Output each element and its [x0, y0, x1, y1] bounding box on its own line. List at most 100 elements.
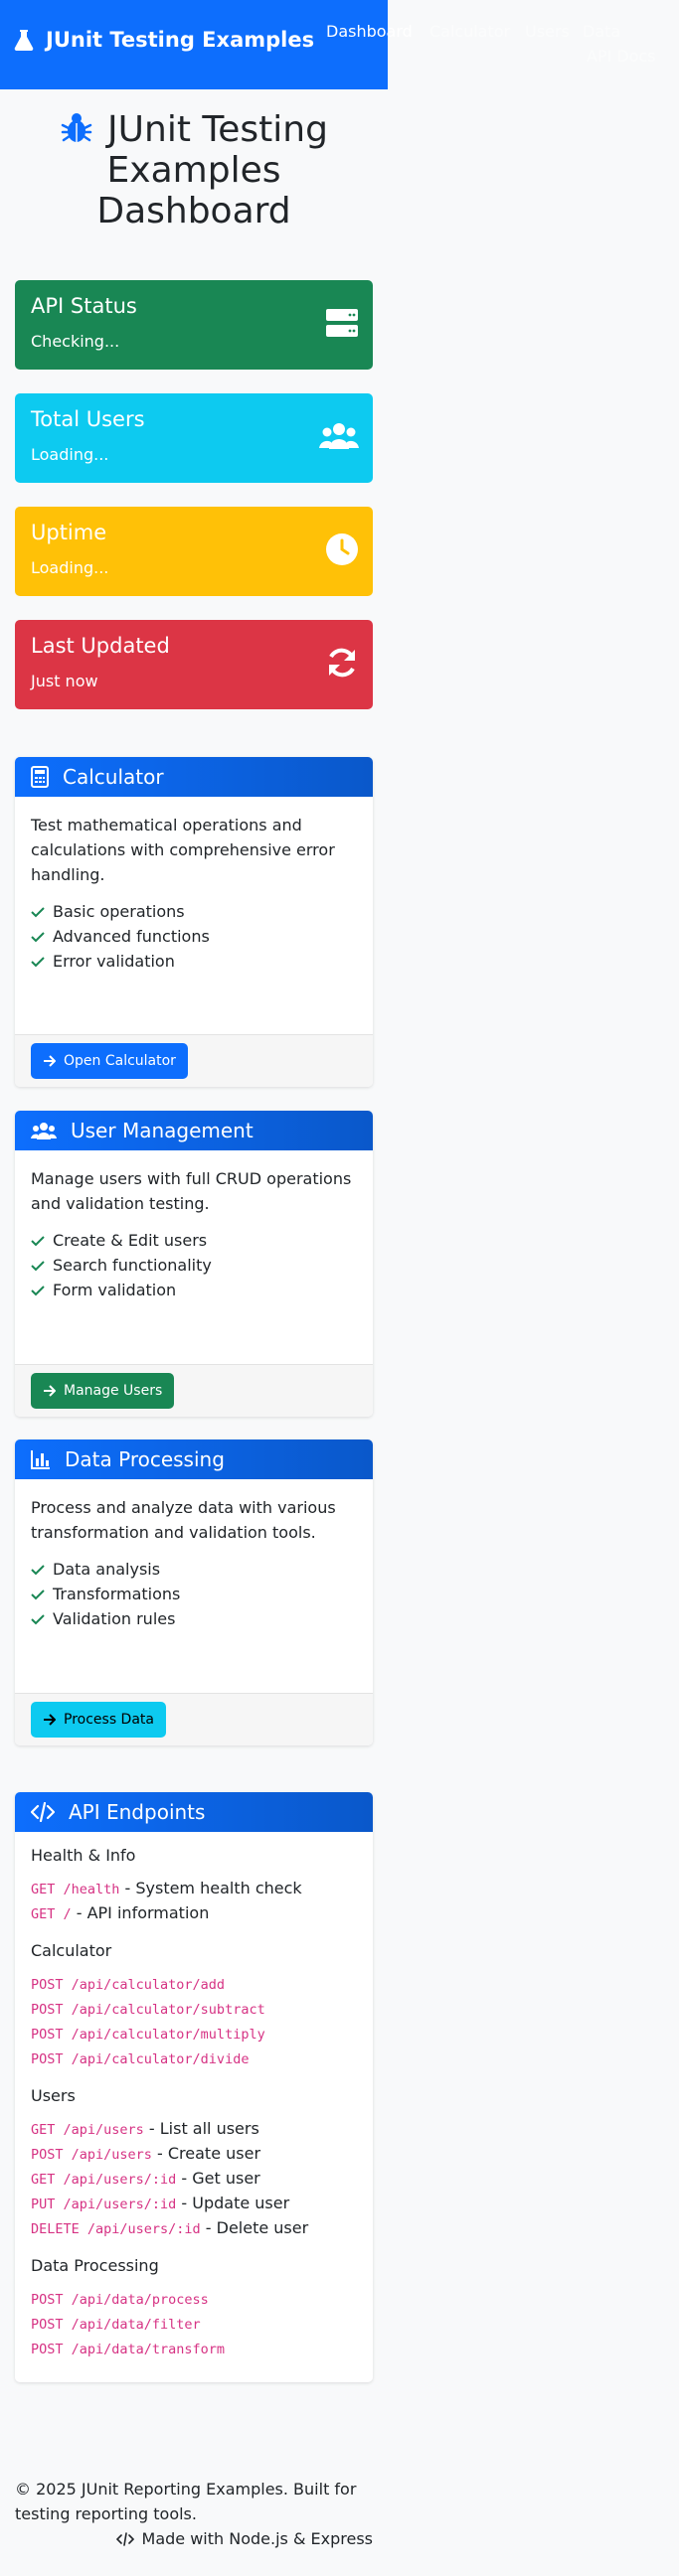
section-heading: Data Processing [31, 2256, 159, 2275]
nav-link-calculator[interactable]: Calculator [429, 22, 510, 41]
brand-label: JUnit Testing Examples [46, 28, 315, 52]
endpoint: GET /health - System health check [31, 1879, 302, 1897]
feature-item: Basic operations [31, 899, 357, 924]
nav-link-users[interactable]: Users [525, 22, 570, 41]
stat-value: Loading... [31, 445, 109, 464]
check-icon [31, 906, 45, 917]
manage-users-button[interactable]: Manage Users [31, 1373, 175, 1409]
section-heading: Users [31, 2086, 76, 2105]
endpoint: DELETE /api/users/:id - Delete user [31, 2218, 309, 2237]
card-title: API Endpoints [69, 1800, 206, 1824]
stat-value: Just now [31, 672, 98, 690]
card-footer: Manage Users [15, 1364, 373, 1417]
feature-item: Create & Edit users [31, 1228, 357, 1253]
code-icon [115, 2531, 134, 2546]
nav-link-api-docs[interactable]: API Docs [587, 47, 656, 66]
endpoint: PUT /api/users/:id - Update user [31, 2194, 290, 2212]
endpoint: GET /api/users - List all users [31, 2119, 259, 2138]
stat-title: Uptime [31, 521, 107, 544]
calculator-icon [31, 766, 49, 788]
api-section-users: Users GET /api/users - List all users PO… [31, 2084, 357, 2240]
footer: © 2025 JUnit Reporting Examples. Built f… [15, 2477, 373, 2551]
card-header: Calculator [15, 757, 373, 797]
endpoint: POST /api/data/transform [31, 2342, 226, 2357]
chart-bar-icon [31, 1450, 50, 1469]
section-heading: Health & Info [31, 1846, 136, 1865]
api-endpoints-card: API Endpoints Health & Info GET /health … [15, 1792, 373, 2382]
page-title: JUnit Testing Examples Dashboard [15, 109, 373, 231]
check-icon [31, 931, 45, 942]
users-icon [31, 1123, 57, 1139]
stat-card-total-users: Total Users Loading... [15, 393, 373, 483]
card-title: User Management [71, 1119, 254, 1142]
endpoint: POST /api/users - Create user [31, 2144, 261, 2163]
code-icon [31, 1802, 55, 1822]
api-section-calculator: Calculator POST /api/calculator/add POST… [31, 1939, 357, 2070]
arrow-right-icon [44, 1714, 56, 1726]
stat-title: API Status [31, 294, 137, 318]
stat-title: Total Users [31, 407, 145, 431]
stat-card-last-updated: Last Updated Just now [15, 620, 373, 709]
stat-value: Checking... [31, 332, 120, 351]
api-section-data: Data Processing POST /api/data/process P… [31, 2254, 357, 2360]
stat-value: Loading... [31, 558, 109, 577]
card-header: Data Processing [15, 1440, 373, 1479]
calculator-card: Calculator Test mathematical operations … [15, 757, 373, 1087]
endpoint: GET /api/users/:id - Get user [31, 2169, 260, 2188]
nav-link-data[interactable]: Data [583, 22, 620, 41]
card-header: API Endpoints [15, 1792, 373, 1832]
navbar-brand[interactable]: JUnit Testing Examples [14, 28, 314, 52]
card-title: Data Processing [65, 1447, 225, 1471]
api-section-health: Health & Info GET /health - System healt… [31, 1844, 357, 1925]
arrow-right-icon [44, 1385, 56, 1397]
check-icon [31, 1235, 45, 1246]
stat-card-uptime: Uptime Loading... [15, 507, 373, 596]
sync-icon [329, 648, 355, 678]
title-line-2: Examples [106, 150, 281, 191]
endpoint: POST /api/calculator/multiply [31, 2027, 265, 2043]
title-line-3: Dashboard [96, 191, 291, 231]
section-heading: Calculator [31, 1941, 112, 1960]
clock-icon [326, 533, 358, 565]
stat-title: Last Updated [31, 634, 170, 658]
feature-item: Transformations [31, 1582, 357, 1606]
feature-item: Form validation [31, 1278, 357, 1302]
check-icon [31, 1589, 45, 1599]
card-header: User Management [15, 1111, 373, 1150]
stat-card-api-status: API Status Checking... [15, 280, 373, 370]
check-icon [31, 1285, 45, 1295]
user-management-card: User Management Manage users with full C… [15, 1111, 373, 1417]
feature-item: Search functionality [31, 1253, 357, 1278]
card-description: Test mathematical operations and calcula… [31, 816, 335, 884]
flask-icon [14, 30, 34, 51]
endpoint: POST /api/calculator/subtract [31, 2002, 265, 2018]
check-icon [31, 1613, 45, 1624]
card-title: Calculator [63, 765, 164, 789]
nav-link-dashboard[interactable]: Dashboard [326, 22, 413, 41]
endpoint: POST /api/calculator/divide [31, 2051, 250, 2067]
card-footer: Open Calculator [15, 1034, 373, 1087]
navbar: JUnit Testing Examples Dashboard Calcula… [0, 0, 656, 89]
feature-item: Data analysis [31, 1557, 357, 1582]
check-icon [31, 956, 45, 967]
open-calculator-button[interactable]: Open Calculator [31, 1043, 188, 1079]
card-footer: Process Data [15, 1693, 373, 1745]
users-icon [319, 423, 359, 449]
footer-copyright: © 2025 JUnit Reporting Examples. Built f… [15, 2480, 357, 2523]
check-icon [31, 1260, 45, 1271]
endpoint: GET / - API information [31, 1903, 210, 1922]
card-description: Manage users with full CRUD operations a… [31, 1169, 352, 1213]
bug-icon [61, 113, 92, 142]
title-line-1: JUnit Testing [107, 109, 328, 150]
feature-item: Error validation [31, 949, 357, 974]
check-icon [31, 1564, 45, 1575]
endpoint: POST /api/calculator/add [31, 1977, 226, 1993]
endpoint: POST /api/data/process [31, 2292, 209, 2308]
data-processing-card: Data Processing Process and analyze data… [15, 1440, 373, 1745]
endpoint: POST /api/data/filter [31, 2317, 201, 2333]
process-data-button[interactable]: Process Data [31, 1702, 166, 1738]
arrow-right-icon [44, 1055, 56, 1067]
feature-item: Advanced functions [31, 924, 357, 949]
footer-made-with: Made with Node.js & Express [15, 2526, 373, 2551]
card-description: Process and analyze data with various tr… [31, 1498, 336, 1542]
